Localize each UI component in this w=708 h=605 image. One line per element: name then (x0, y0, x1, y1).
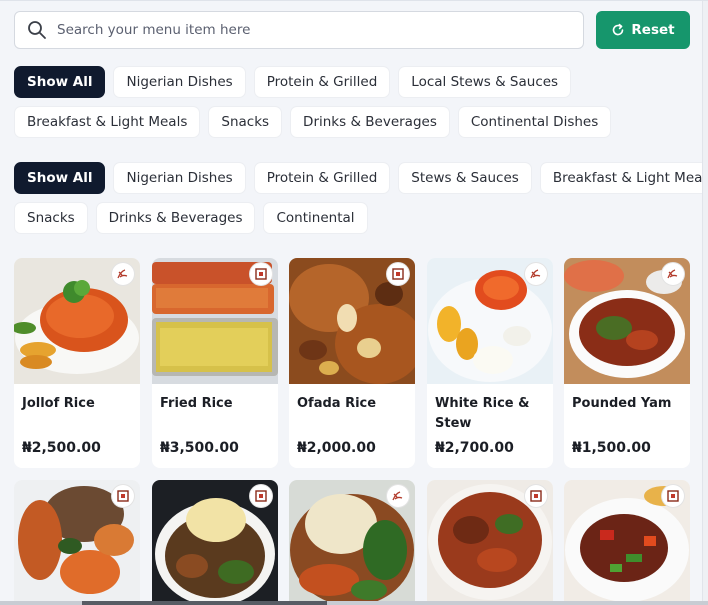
bookmark-icon (255, 268, 267, 280)
favorite-badge[interactable] (387, 263, 409, 285)
favorite-badge[interactable] (525, 263, 547, 285)
filter-chip-snacks[interactable]: Snacks (208, 106, 283, 138)
filter-chip-stews-sauces[interactable]: Stews & Sauces (398, 162, 532, 194)
bookmark-icon (392, 268, 404, 280)
horizontal-scrollbar[interactable] (0, 601, 708, 605)
menu-item-price: ₦2,500.00 (22, 440, 101, 456)
favorite-icon (667, 269, 678, 279)
menu-card[interactable]: Pounded Yam ₦1,500.00 (564, 258, 690, 468)
menu-item-price: ₦2,000.00 (297, 440, 376, 456)
menu-item-name: Fried Rice (160, 396, 233, 411)
refresh-icon (613, 23, 624, 36)
menu-item-price: ₦1,500.00 (572, 440, 651, 456)
filter-chip-breakfast-light-meals[interactable]: Breakfast & Light Meals (14, 106, 201, 138)
menu-card[interactable]: White Rice & Stew ₦2,700.00 (427, 258, 553, 468)
favorite-icon (117, 269, 128, 279)
reset-label: Reset (631, 22, 675, 38)
bookmark-icon (117, 490, 129, 502)
menu-item-name: Jollof Rice (22, 396, 95, 411)
menu-item-price: ₦2,700.00 (435, 440, 514, 456)
favorite-badge[interactable] (662, 485, 684, 507)
menu-card[interactable] (427, 480, 553, 605)
favorite-badge[interactable] (662, 263, 684, 285)
menu-card[interactable]: Jollof Rice ₦2,500.00 (14, 258, 140, 468)
filter-chip-protein-grilled[interactable]: Protein & Grilled (253, 162, 391, 194)
filter-chip-protein-grilled[interactable]: Protein & Grilled (253, 66, 391, 98)
favorite-badge[interactable] (112, 485, 134, 507)
filter-chip-nigerian-dishes[interactable]: Nigerian Dishes (113, 66, 246, 98)
filter-chip-breakfast-light-meals[interactable]: Breakfast & Light Meals (539, 162, 708, 194)
menu-card[interactable] (564, 480, 690, 605)
menu-card[interactable] (14, 480, 140, 605)
filter-chip-continental[interactable]: Continental (263, 202, 368, 234)
menu-card[interactable] (289, 480, 415, 605)
scrollbar-thumb[interactable] (82, 601, 327, 605)
filter-chip-continental-dishes[interactable]: Continental Dishes (457, 106, 612, 138)
reset-button[interactable]: Reset (596, 11, 690, 49)
filter-chip-local-stews-sauces[interactable]: Local Stews & Sauces (398, 66, 572, 98)
menu-page: Reset Show All Nigerian Dishes Protein &… (0, 0, 708, 605)
search-input[interactable] (57, 22, 537, 38)
filter-chip-show-all[interactable]: Show All (14, 66, 106, 98)
favorite-badge[interactable] (250, 263, 272, 285)
bookmark-icon (255, 490, 267, 502)
favorite-badge[interactable] (387, 485, 409, 507)
filter-chip-drinks-beverages[interactable]: Drinks & Beverages (95, 202, 256, 234)
bookmark-icon (667, 490, 679, 502)
menu-card[interactable]: Fried Rice ₦3,500.00 (152, 258, 278, 468)
filter-chip-nigerian-dishes[interactable]: Nigerian Dishes (113, 162, 246, 194)
filter-chip-drinks-beverages[interactable]: Drinks & Beverages (290, 106, 450, 138)
filter-chip-show-all[interactable]: Show All (14, 162, 106, 194)
menu-item-name: Pounded Yam (572, 396, 672, 411)
search-row: Reset (14, 11, 690, 49)
filter-chip-snacks[interactable]: Snacks (14, 202, 88, 234)
search-icon (28, 21, 46, 39)
search-box[interactable] (14, 11, 584, 49)
favorite-badge[interactable] (112, 263, 134, 285)
bookmark-icon (530, 490, 542, 502)
menu-item-name: White Rice & Stew (435, 396, 530, 431)
favorite-badge[interactable] (250, 485, 272, 507)
menu-card[interactable]: Ofada Rice ₦2,000.00 (289, 258, 415, 468)
menu-item-name: Ofada Rice (297, 396, 377, 411)
favorite-icon (530, 269, 541, 279)
menu-item-price: ₦3,500.00 (160, 440, 239, 456)
favorite-icon (392, 491, 403, 501)
page-edge (702, 1, 708, 605)
favorite-badge[interactable] (525, 485, 547, 507)
menu-card[interactable] (152, 480, 278, 605)
